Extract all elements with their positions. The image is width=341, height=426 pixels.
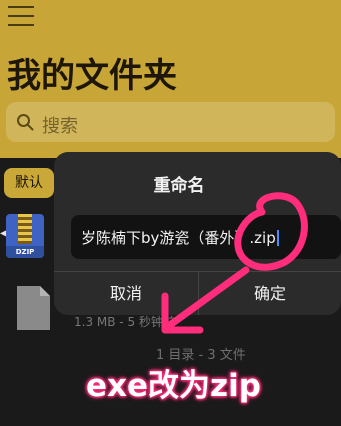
zip-icon-label: DZIP — [6, 246, 44, 258]
search-input[interactable]: 搜索 — [6, 102, 335, 142]
confirm-button[interactable]: 确定 — [199, 272, 341, 315]
hamburger-menu-icon[interactable] — [8, 6, 34, 28]
dialog-title: 重命名 — [153, 176, 205, 196]
rename-input-value: 岁陈楠下by游瓷（番外）.zip — [81, 227, 279, 248]
page-title: 我的文件夹 — [7, 56, 177, 96]
search-placeholder: 搜索 — [42, 116, 78, 137]
file-meta: 1.3 MB - 5 秒钟前 — [74, 315, 175, 329]
document-icon[interactable] — [14, 284, 52, 332]
rename-input[interactable]: 岁陈楠下by游瓷（番外）.zip — [71, 215, 341, 259]
zip-archive-icon[interactable]: DZIP — [6, 214, 44, 258]
app-header: 我的文件夹 搜索 — [0, 0, 341, 158]
sort-chip[interactable]: 默认 — [4, 168, 54, 198]
zipper-graphic — [18, 214, 32, 244]
annotation-caption: exe改为zip — [86, 368, 261, 404]
rename-dialog: 重命名 岁陈楠下by游瓷（番外）.zip 取消 确定 — [54, 152, 341, 315]
text-caret — [276, 230, 279, 246]
cancel-button[interactable]: 取消 — [54, 272, 198, 315]
rename-input-text: 岁陈楠下by游瓷（番外）.zip — [81, 229, 276, 247]
search-icon — [17, 114, 34, 131]
